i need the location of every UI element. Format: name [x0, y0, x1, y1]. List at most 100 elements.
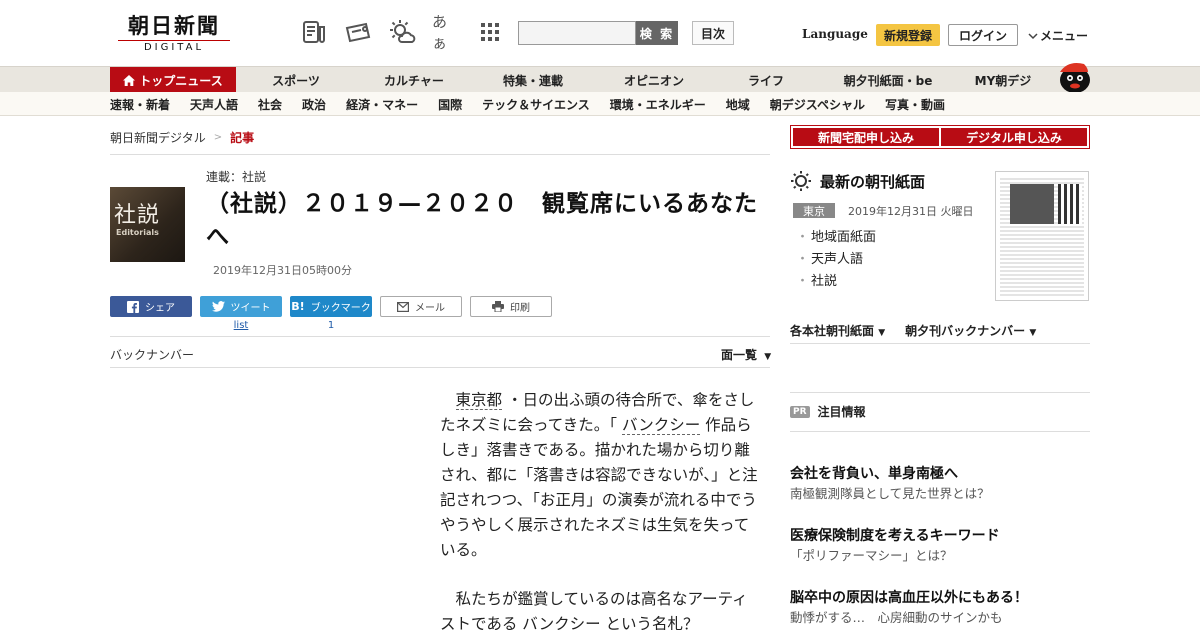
latest-paper-heading[interactable]: 最新の朝刊紙面: [790, 170, 925, 192]
breadcrumb-separator: >: [213, 132, 223, 143]
coupon-icon[interactable]: [344, 18, 372, 46]
print-button[interactable]: 印刷: [470, 296, 552, 317]
nav-paper[interactable]: 朝夕刊紙面・be: [818, 67, 958, 93]
facebook-icon: [127, 300, 139, 313]
paper-links: 地域面紙面 天声人語 社説: [796, 227, 876, 293]
keyword-link[interactable]: バンクシー: [621, 416, 701, 435]
paper-thumbnail[interactable]: [995, 171, 1089, 301]
pr-item[interactable]: 会社を背負い、単身南極へ 南極観測隊員として見た世界とは？: [790, 464, 1090, 504]
subnav-region[interactable]: 地域: [726, 92, 770, 116]
article-paragraph: 東京都 ・日の出ふ頭の待合所で、傘をさしたネズミに会ってきた。「 バンクシー 作…: [440, 388, 758, 563]
paper-link-local[interactable]: 地域面紙面: [796, 227, 876, 249]
keyword-link[interactable]: 東京都: [455, 391, 503, 410]
paper-link-editorial[interactable]: 社説: [796, 271, 876, 293]
latest-paper-title: 最新の朝刊紙面: [820, 172, 926, 191]
series-label[interactable]: 連載：社説: [206, 168, 266, 185]
twitter-share-button[interactable]: ツイート: [200, 296, 282, 317]
pr-badge: PR: [790, 405, 810, 418]
header-icon-bar: あぁ: [300, 13, 504, 52]
editorials-badge-kanji: 社説: [114, 203, 161, 228]
divider: [110, 367, 770, 368]
keyword-link[interactable]: バンクシー: [522, 615, 601, 630]
paper-date: 2019年12月31日 火曜日: [848, 205, 974, 218]
paper-thumbnail-headline: [1058, 184, 1082, 224]
pr-item-sub: 動悸がする… 心房細動のサインかも: [790, 610, 1003, 625]
pr-heading: PR 注目情報: [790, 403, 866, 420]
nav-my-asadigi[interactable]: MY朝デジ: [958, 67, 1048, 93]
divider: [110, 154, 770, 155]
pr-item-sub: 南極観測隊員として見た世界とは？: [790, 486, 990, 501]
subnav-politics[interactable]: 政治: [302, 92, 346, 116]
pr-item-title: 脳卒中の原因は高血圧以外にもある！: [790, 590, 1028, 606]
register-button[interactable]: 新規登録: [876, 24, 940, 46]
facebook-share-button[interactable]: シェア: [110, 296, 192, 317]
subnav-tech-science[interactable]: テック＆サイエンス: [482, 92, 610, 116]
nav-life[interactable]: ライフ: [714, 67, 818, 93]
weather-icon[interactable]: [388, 18, 416, 46]
backnumber-link[interactable]: バックナンバー: [110, 346, 194, 363]
subnav-environment[interactable]: 環境・エネルギー: [610, 92, 726, 116]
subnav-special[interactable]: 朝デジスペシャル: [770, 92, 885, 116]
toc-button[interactable]: 目次: [692, 21, 734, 45]
page-list-dropdown[interactable]: 面一覧 ▼: [721, 346, 771, 363]
nav-opinion[interactable]: オピニオン: [594, 67, 714, 93]
caret-down-icon: ▼: [764, 352, 772, 362]
nav-culture[interactable]: カルチャー: [356, 67, 472, 93]
search-button[interactable]: 検 索: [636, 21, 678, 45]
divider: [790, 392, 1090, 393]
breadcrumb-home[interactable]: 朝日新聞デジタル: [110, 129, 206, 146]
twitter-count-link[interactable]: list: [200, 320, 282, 331]
caret-down-icon: ▼: [1029, 328, 1037, 338]
font-size-icon[interactable]: あぁ: [432, 13, 460, 52]
page-list-label: 面一覧: [721, 348, 758, 362]
subnav-breaking[interactable]: 速報・新着: [110, 92, 190, 116]
mascot-icon[interactable]: [1054, 58, 1092, 94]
language-link[interactable]: Language: [802, 27, 868, 41]
menu-label: メニュー: [1040, 29, 1089, 43]
subnav-photo-video[interactable]: 写真・動画: [885, 92, 965, 116]
divider: [790, 343, 1090, 344]
subnav-international[interactable]: 国際: [438, 92, 482, 116]
divider: [110, 336, 770, 337]
digital-subscribe-button[interactable]: デジタル申し込み: [941, 128, 1087, 146]
facebook-share-label: シェア: [145, 303, 175, 314]
login-button[interactable]: ログイン: [948, 24, 1018, 46]
subnav-economy[interactable]: 経済・マネー: [346, 92, 438, 116]
nav-sports[interactable]: スポーツ: [236, 67, 356, 93]
article-body: 東京都 ・日の出ふ頭の待合所で、傘をさしたネズミに会ってきた。「 バンクシー 作…: [440, 388, 758, 630]
print-label: 印刷: [510, 303, 530, 314]
article-paragraph: 私たちが鑑賞しているのは高名なアーティストである バンクシー という名札？: [440, 587, 758, 630]
menu-button[interactable]: メニュー: [1028, 27, 1088, 44]
hatena-count[interactable]: 1: [290, 320, 372, 331]
logo-sub-text: DIGITAL: [118, 40, 230, 53]
subnav-tensei-jingo[interactable]: 天声人語: [190, 92, 258, 116]
pr-item-title: 会社を背負い、単身南極へ: [790, 466, 958, 482]
paper-backnumber-dropdown[interactable]: 朝夕刊バックナンバー ▼: [905, 322, 1036, 339]
paper-archive-links: 各本社朝刊紙面 ▼ 朝夕刊バックナンバー ▼: [790, 322, 1090, 339]
regional-paper-label: 各本社朝刊紙面: [790, 324, 875, 338]
paper-thumbnail-image: [1000, 176, 1084, 296]
nav-features[interactable]: 特集・連載: [472, 67, 594, 93]
pr-item-title: 医療保険制度を考えるキーワード: [790, 528, 1000, 544]
subnav-society[interactable]: 社会: [258, 92, 302, 116]
news-icon[interactable]: [300, 18, 328, 46]
mail-share-button[interactable]: メール: [380, 296, 462, 317]
regional-paper-dropdown[interactable]: 各本社朝刊紙面 ▼: [790, 322, 885, 339]
home-delivery-button[interactable]: 新聞宅配申し込み: [793, 128, 939, 146]
site-header: 朝日新聞 DIGITAL あぁ 検 索 目次 Language 新規登録 ログイ…: [0, 0, 1200, 66]
mail-icon: [397, 301, 409, 312]
pr-item[interactable]: 脳卒中の原因は高血圧以外にもある！ 動悸がする… 心房細動のサインかも: [790, 588, 1090, 628]
grid-icon[interactable]: [476, 18, 504, 46]
paper-link-tensei-jingo[interactable]: 天声人語: [796, 249, 876, 271]
pr-item[interactable]: 医療保険制度を考えるキーワード 「ポリファーマシー」とは？: [790, 526, 1090, 566]
editorials-badge[interactable]: 社説 Editorials: [110, 187, 185, 262]
breadcrumb-current: 記事: [230, 131, 255, 145]
printer-icon: [492, 301, 504, 312]
nav-top-news[interactable]: トップニュース: [110, 67, 236, 93]
divider: [790, 431, 1090, 432]
site-logo[interactable]: 朝日新聞 DIGITAL: [118, 14, 230, 54]
paper-backnumber-label: 朝夕刊バックナンバー: [905, 324, 1026, 338]
hatena-bookmark-button[interactable]: B! ブックマーク: [290, 296, 372, 317]
hatena-bookmark-label: ブックマーク: [310, 303, 371, 314]
search-input[interactable]: [518, 21, 636, 45]
